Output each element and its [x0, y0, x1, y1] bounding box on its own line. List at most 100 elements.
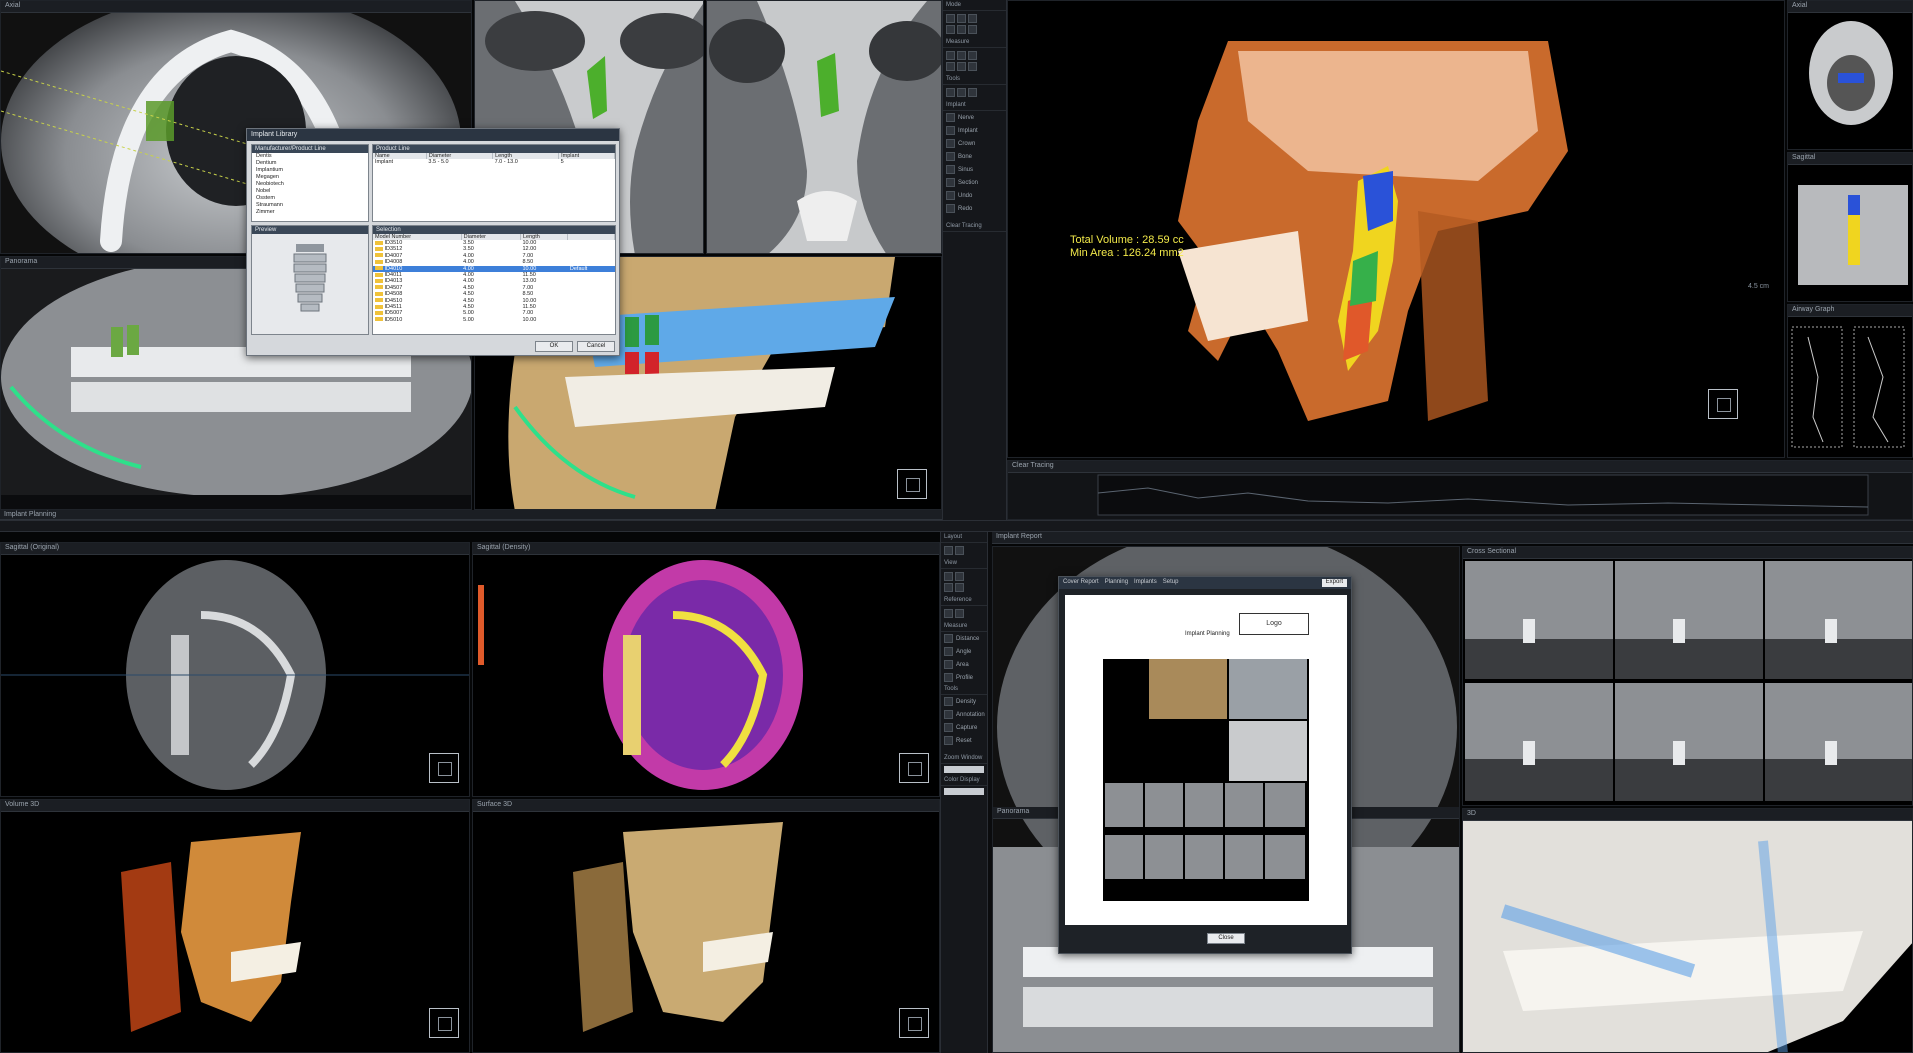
cross-section-view-2[interactable] — [706, 0, 942, 254]
clear-tracing-label[interactable]: Clear Tracing — [943, 221, 1006, 232]
tool-row[interactable]: Undo — [943, 189, 1006, 202]
implant-report-header: Implant Report — [992, 532, 1913, 544]
manufacturer-tree[interactable]: Dentis Dentium Implantium Megagen Neobio… — [252, 153, 368, 216]
rotate-icon[interactable] — [944, 583, 953, 592]
clear-tracing-panel[interactable]: Clear Tracing — [1007, 460, 1913, 520]
implant-3d-report-view[interactable]: 3D — [1462, 808, 1913, 1053]
implant-color-swatch — [375, 317, 383, 322]
tree-item[interactable]: Zimmer — [252, 209, 368, 216]
text-icon[interactable] — [968, 62, 977, 71]
ruler-icon — [944, 634, 953, 643]
table-cell: 10.00 — [522, 316, 537, 323]
ok-button[interactable]: OK — [535, 341, 573, 352]
area-icon[interactable] — [968, 51, 977, 60]
tree-item[interactable]: Dentis — [252, 153, 368, 160]
tree-item[interactable]: Megagen — [252, 174, 368, 181]
window-level-icon[interactable] — [955, 583, 964, 592]
tool-row[interactable]: Capture — [941, 721, 987, 734]
toolbar-section-label: View — [941, 558, 987, 569]
airway-graph-view[interactable]: Airway Graph — [1787, 304, 1913, 458]
fit-icon[interactable] — [968, 25, 977, 34]
airway-graph-header: Airway Graph — [1788, 305, 1912, 317]
undo-icon — [946, 191, 955, 200]
density-icon[interactable] — [957, 62, 966, 71]
orientation-cube-icon[interactable] — [897, 469, 927, 499]
profile-icon[interactable] — [946, 62, 955, 71]
total-volume-readout: Total Volume : 28.59 cc — [1070, 234, 1184, 246]
report-tab[interactable]: Planning — [1105, 579, 1128, 587]
orientation-cube-icon[interactable] — [1708, 389, 1738, 419]
tree-item[interactable]: Neobiotech — [252, 181, 368, 188]
zoom-icon[interactable] — [957, 14, 966, 23]
airway-3d-view[interactable]: Total Volume : 28.59 cc Min Area : 126.2… — [1007, 0, 1785, 458]
tool-row[interactable]: Nerve — [943, 111, 1006, 124]
tool-row[interactable]: Distance — [941, 632, 987, 645]
close-button[interactable]: Close — [1207, 933, 1245, 944]
tool-row[interactable]: Angle — [941, 645, 987, 658]
sagittal-ct-image — [1, 555, 469, 796]
horizontal-splitter[interactable] — [0, 520, 1913, 532]
window-level-icon[interactable] — [946, 25, 955, 34]
tree-item[interactable]: Implantium — [252, 167, 368, 174]
layout-2x2-icon[interactable] — [955, 546, 964, 555]
sagittal-original-view[interactable]: Sagittal (Original) — [0, 542, 470, 797]
tool-row[interactable]: Area — [941, 658, 987, 671]
report-tab[interactable]: Implants — [1134, 579, 1157, 587]
crop-icon[interactable] — [946, 88, 955, 97]
model-number: ID3512 — [384, 246, 403, 253]
report-tab[interactable]: Cover Report — [1063, 579, 1099, 587]
orientation-cube-icon[interactable] — [429, 753, 459, 783]
sagittal-mini-view[interactable]: Sagittal — [1787, 152, 1913, 302]
layout-1x1-icon[interactable] — [944, 546, 953, 555]
model-number: ID5007 — [384, 310, 403, 317]
tool-row[interactable]: Bone — [943, 150, 1006, 163]
table-row[interactable]: ID5010 5.00 10.00 — [373, 317, 615, 323]
tool-row[interactable]: Density — [941, 695, 987, 708]
tool-label: Section — [958, 179, 979, 186]
product-line-header: Product Line — [373, 145, 615, 153]
reset-icon[interactable] — [957, 25, 966, 34]
tool-row[interactable]: Crown — [943, 137, 1006, 150]
implant-planning-tab[interactable]: Implant Planning — [0, 510, 942, 520]
tool-row[interactable]: Profile — [941, 671, 987, 684]
export-button[interactable]: Export — [1321, 579, 1347, 587]
tree-item[interactable]: Straumann — [252, 202, 368, 209]
table-row[interactable]: Implant 3.5 - 5.0 7.0 - 13.0 5 — [373, 159, 615, 165]
tree-item[interactable]: Nobel — [252, 188, 368, 195]
color-display-field[interactable] — [944, 788, 984, 795]
axial-mini-view[interactable]: Axial — [1787, 0, 1913, 150]
orientation-cube-icon[interactable] — [899, 753, 929, 783]
profile-icon — [944, 673, 953, 682]
cancel-button[interactable]: Cancel — [577, 341, 615, 352]
zoom-window-label: Zoom Window — [941, 753, 987, 764]
rotate-icon[interactable] — [968, 14, 977, 23]
ruler-icon[interactable] — [946, 51, 955, 60]
sculpt-icon[interactable] — [957, 88, 966, 97]
tool-row[interactable]: Annotation — [941, 708, 987, 721]
cross-sectional-grid[interactable]: Cross Sectional — [1462, 546, 1913, 806]
tool-row[interactable]: Redo — [943, 202, 1006, 215]
tool-row[interactable]: Sinus — [943, 163, 1006, 176]
report-tab[interactable]: Setup — [1163, 579, 1179, 587]
tool-row[interactable]: Reset — [941, 734, 987, 747]
orientation-cube-icon[interactable] — [429, 1008, 459, 1038]
pan-icon[interactable] — [946, 14, 955, 23]
sagittal-density-view[interactable]: Sagittal (Density) — [472, 542, 940, 797]
model-number: ID4013 — [384, 278, 403, 285]
zoom-window-field[interactable] — [944, 766, 984, 773]
crosshair-icon[interactable] — [944, 609, 953, 618]
tree-item[interactable]: Osstem — [252, 195, 368, 202]
tree-item[interactable]: Dentium — [252, 160, 368, 167]
tool-row[interactable]: Section — [943, 176, 1006, 189]
implant-color-swatch — [375, 285, 383, 290]
orientation-cube-icon[interactable] — [899, 1008, 929, 1038]
reference-line-icon[interactable] — [955, 609, 964, 618]
tool-row[interactable]: Implant — [943, 124, 1006, 137]
pan-icon[interactable] — [944, 572, 953, 581]
angle-icon[interactable] — [957, 51, 966, 60]
zoom-icon[interactable] — [955, 572, 964, 581]
volume-3d-view[interactable]: Volume 3D — [0, 799, 470, 1053]
report-dialog: Cover Report Planning Implants Setup Exp… — [1058, 576, 1352, 954]
surface-3d-view[interactable]: Surface 3D — [472, 799, 940, 1053]
capture-icon[interactable] — [968, 88, 977, 97]
